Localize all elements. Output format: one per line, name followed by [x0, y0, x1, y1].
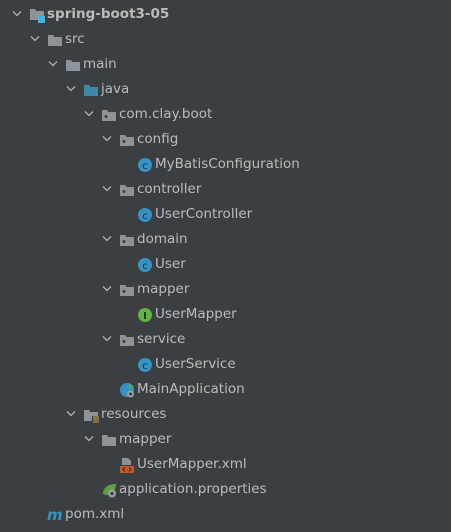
- maven-icon: m: [47, 506, 63, 524]
- package-icon: [119, 182, 135, 198]
- tree-node[interactable]: config: [0, 127, 451, 152]
- tree-node[interactable]: mapper: [0, 277, 451, 302]
- tree-node[interactable]: application.properties: [0, 477, 451, 502]
- tree-node-label: src: [65, 31, 85, 47]
- tree-node[interactable]: resources: [0, 402, 451, 427]
- interface-icon: I: [137, 307, 153, 323]
- svg-text:I: I: [143, 311, 147, 322]
- chevron-down-icon[interactable]: [48, 52, 58, 77]
- folder-icon: [47, 32, 63, 48]
- svg-text:c: c: [142, 261, 148, 272]
- class-icon: c: [137, 357, 153, 373]
- chevron-down-icon[interactable]: [66, 402, 76, 427]
- xml-file-icon: [119, 457, 135, 473]
- chevron-down-icon[interactable]: [84, 427, 94, 452]
- tree-node-label: spring-boot3-05: [47, 6, 170, 22]
- tree-node[interactable]: spring-boot3-05: [0, 2, 451, 27]
- svg-text:c: c: [142, 361, 148, 372]
- class-icon: c: [137, 157, 153, 173]
- svg-text:m: m: [47, 507, 63, 523]
- tree-node-label: UserMapper: [155, 306, 237, 322]
- tree-node[interactable]: c UserController: [0, 202, 451, 227]
- tree-node-label: java: [101, 81, 130, 97]
- tree-node[interactable]: java: [0, 77, 451, 102]
- chevron-down-icon[interactable]: [12, 2, 22, 27]
- tree-node[interactable]: I UserMapper: [0, 302, 451, 327]
- tree-node-label: mapper: [119, 431, 172, 447]
- tree-node-label: main: [83, 56, 117, 72]
- package-icon: [119, 132, 135, 148]
- spring-boot-app-icon: [119, 382, 135, 398]
- chevron-down-icon[interactable]: [102, 327, 112, 352]
- chevron-down-icon[interactable]: [102, 177, 112, 202]
- svg-text:c: c: [142, 161, 148, 172]
- tree-node-label: UserMapper.xml: [137, 456, 247, 472]
- tree-node-label: resources: [101, 406, 167, 422]
- chevron-down-icon[interactable]: [102, 127, 112, 152]
- tree-node[interactable]: main: [0, 52, 451, 77]
- tree-node-label: com.clay.boot: [119, 106, 213, 122]
- package-icon: [101, 107, 117, 123]
- tree-node-label: domain: [137, 231, 188, 247]
- tree-node[interactable]: m pom.xml: [0, 502, 451, 527]
- project-tree[interactable]: spring-boot3-05 src main java com.clay.boot c…: [0, 0, 451, 527]
- tree-node-label: MainApplication: [137, 381, 245, 397]
- tree-node-label: config: [137, 131, 179, 147]
- package-icon: [119, 282, 135, 298]
- tree-node-label: User: [155, 256, 186, 272]
- tree-node[interactable]: MainApplication: [0, 377, 451, 402]
- folder-icon: [101, 432, 117, 448]
- tree-node[interactable]: mapper: [0, 427, 451, 452]
- resources-folder-icon: [83, 407, 99, 424]
- package-icon: [119, 332, 135, 348]
- chevron-down-icon[interactable]: [30, 27, 40, 52]
- chevron-down-icon[interactable]: [102, 227, 112, 252]
- tree-node[interactable]: service: [0, 327, 451, 352]
- tree-node-label: controller: [137, 181, 202, 197]
- chevron-down-icon[interactable]: [102, 277, 112, 302]
- tree-node-label: service: [137, 331, 186, 347]
- chevron-down-icon[interactable]: [66, 77, 76, 102]
- tree-node-label: UserController: [155, 206, 253, 222]
- chevron-down-icon[interactable]: [84, 102, 94, 127]
- tree-node-label: UserService: [155, 356, 236, 372]
- tree-node-label: pom.xml: [65, 506, 125, 522]
- tree-node[interactable]: c UserService: [0, 352, 451, 377]
- tree-node[interactable]: src: [0, 27, 451, 52]
- source-folder-icon: [83, 82, 99, 98]
- tree-node[interactable]: controller: [0, 177, 451, 202]
- svg-text:c: c: [142, 211, 148, 222]
- tree-node-label: mapper: [137, 281, 190, 297]
- tree-node[interactable]: c User: [0, 252, 451, 277]
- class-icon: c: [137, 207, 153, 223]
- module-icon: [29, 7, 45, 23]
- tree-node[interactable]: com.clay.boot: [0, 102, 451, 127]
- folder-icon: [65, 57, 81, 73]
- tree-node[interactable]: c MyBatisConfiguration: [0, 152, 451, 177]
- tree-node[interactable]: UserMapper.xml: [0, 452, 451, 477]
- spring-properties-icon: [101, 482, 117, 498]
- tree-node[interactable]: domain: [0, 227, 451, 252]
- class-icon: c: [137, 257, 153, 273]
- package-icon: [119, 232, 135, 248]
- tree-node-label: application.properties: [119, 481, 267, 497]
- tree-node-label: MyBatisConfiguration: [155, 156, 300, 172]
